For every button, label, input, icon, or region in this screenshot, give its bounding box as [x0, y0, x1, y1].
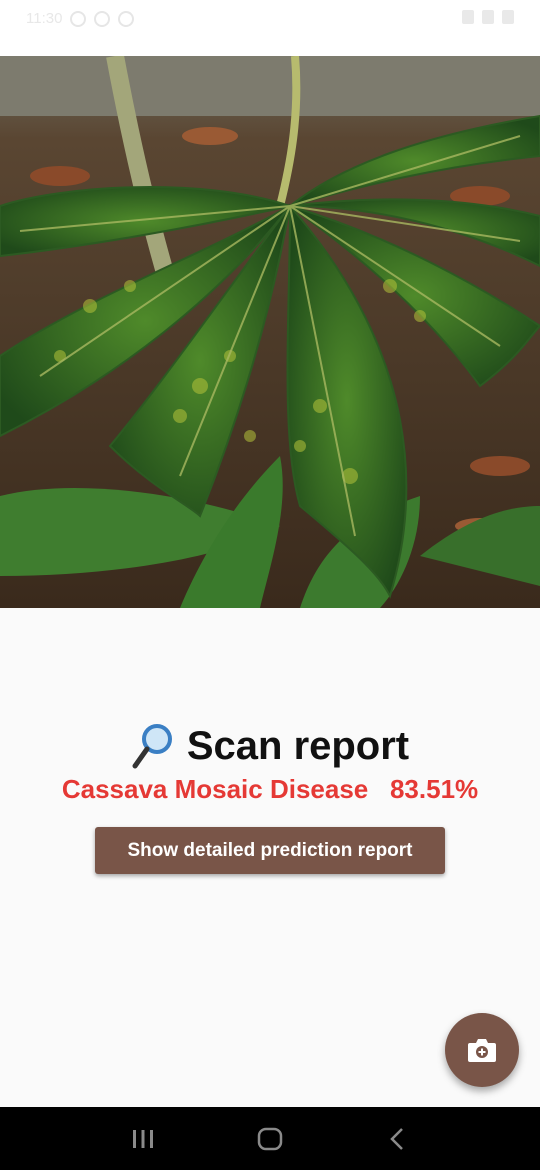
system-nav-bar — [0, 1107, 540, 1170]
prediction-confidence: 83.51% — [389, 774, 479, 804]
alarm-icon — [94, 10, 111, 27]
status-left: 11:30 — [26, 10, 135, 27]
magnifying-glass-icon — [132, 724, 172, 769]
cassava-leaf-photo — [0, 56, 540, 608]
status-time: 11:30 — [26, 10, 63, 27]
back-button[interactable] — [377, 1119, 417, 1159]
camera-icon — [468, 1039, 496, 1062]
status-bar: 11:30 — [0, 0, 540, 56]
status-right — [462, 10, 514, 24]
recent-apps-icon — [133, 1129, 154, 1148]
back-icon — [389, 1127, 403, 1150]
leaf-illustration — [0, 56, 540, 608]
app-screen: 11:30 Scan report Cassava Mosaic Disease… — [0, 0, 540, 1170]
settings-icon — [118, 10, 135, 27]
wifi-icon — [462, 10, 474, 24]
prediction-label: Cassava Mosaic Disease — [61, 774, 369, 804]
prediction-result: Cassava Mosaic Disease 83.51% — [0, 774, 540, 805]
recent-apps-button[interactable] — [123, 1119, 163, 1159]
camera-fab-button[interactable] — [445, 1013, 519, 1087]
home-button[interactable] — [250, 1119, 290, 1159]
show-detailed-report-button[interactable]: Show detailed prediction report — [95, 827, 445, 874]
notification-icon — [70, 10, 87, 27]
home-icon — [257, 1127, 283, 1150]
report-header: Scan report — [0, 722, 540, 770]
report-title: Scan report — [186, 723, 410, 768]
battery-icon — [502, 10, 514, 24]
signal-icon — [482, 10, 494, 24]
